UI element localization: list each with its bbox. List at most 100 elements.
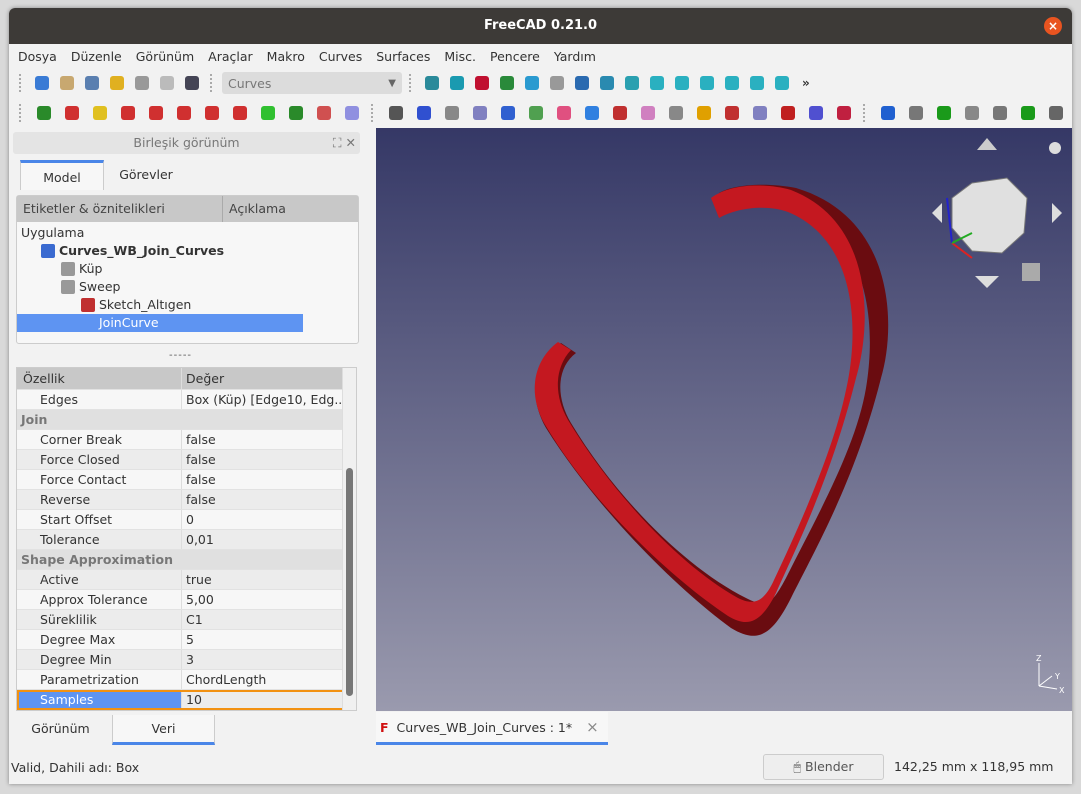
gordon-icon[interactable] bbox=[411, 102, 436, 124]
panel-splitter[interactable]: ----- bbox=[169, 350, 192, 361]
back-icon[interactable] bbox=[521, 72, 543, 94]
property-value[interactable]: 5,00 bbox=[182, 590, 342, 609]
box-icon[interactable] bbox=[903, 102, 928, 124]
menu-dosya[interactable]: Dosya bbox=[11, 49, 64, 64]
pipe-icon[interactable] bbox=[579, 102, 604, 124]
menu-curves[interactable]: Curves bbox=[312, 49, 369, 64]
property-group[interactable]: Join bbox=[17, 410, 356, 430]
navigation-cube[interactable] bbox=[912, 133, 1062, 293]
zebra-icon[interactable] bbox=[383, 102, 408, 124]
draw-style-icon[interactable] bbox=[471, 72, 493, 94]
property-value[interactable]: false bbox=[182, 470, 342, 489]
right-view-icon[interactable] bbox=[696, 72, 718, 94]
property-value[interactable]: false bbox=[182, 430, 342, 449]
property-value[interactable]: false bbox=[182, 490, 342, 509]
fit-selection-icon[interactable] bbox=[446, 72, 468, 94]
property-row[interactable]: Reverse false bbox=[17, 490, 356, 510]
gray-box-icon[interactable] bbox=[987, 102, 1012, 124]
property-value[interactable]: ChordLength bbox=[182, 670, 342, 689]
front-view-icon[interactable] bbox=[646, 72, 668, 94]
polyline-icon[interactable] bbox=[59, 102, 84, 124]
line-icon[interactable] bbox=[31, 102, 56, 124]
zoom-icon[interactable] bbox=[596, 72, 618, 94]
tab-data[interactable]: Veri bbox=[112, 715, 215, 745]
refresh-icon[interactable] bbox=[156, 72, 178, 94]
menu-surfaces[interactable]: Surfaces bbox=[369, 49, 437, 64]
blend-surface-icon[interactable] bbox=[439, 102, 464, 124]
bottom-view-icon[interactable] bbox=[746, 72, 768, 94]
map-icon[interactable] bbox=[467, 102, 492, 124]
bounding-box-icon[interactable] bbox=[496, 72, 518, 94]
property-value[interactable]: Box (Küp) [Edge10, Edg... bbox=[182, 390, 342, 409]
property-row[interactable]: Approx Tolerance 5,00 bbox=[17, 590, 356, 610]
property-value[interactable]: 0,01 bbox=[182, 530, 342, 549]
menu-aralar[interactable]: Araçlar bbox=[201, 49, 260, 64]
join-curve-icon[interactable] bbox=[115, 102, 140, 124]
std-view-icon[interactable] bbox=[571, 72, 593, 94]
blend-curve-icon[interactable] bbox=[255, 102, 280, 124]
document-tab[interactable]: F Curves_WB_Join_Curves : 1* × bbox=[376, 712, 608, 745]
tab-tasks[interactable]: Görevler bbox=[104, 160, 188, 190]
close-window-button[interactable]: × bbox=[1044, 17, 1062, 35]
approximate-icon[interactable] bbox=[171, 102, 196, 124]
property-value[interactable]: 5 bbox=[182, 630, 342, 649]
grid-icon[interactable] bbox=[1015, 102, 1040, 124]
property-value[interactable]: false bbox=[182, 450, 342, 469]
tree-item[interactable]: Sketch_Altıgen bbox=[81, 296, 191, 314]
3d-view[interactable]: Z YX bbox=[376, 128, 1072, 711]
property-row[interactable]: Edges Box (Küp) [Edge10, Edg... bbox=[17, 390, 356, 410]
parabola-icon[interactable] bbox=[283, 102, 308, 124]
property-value[interactable]: C1 bbox=[182, 610, 342, 629]
property-row[interactable]: Parametrization ChordLength bbox=[17, 670, 356, 690]
split-icon[interactable] bbox=[719, 102, 744, 124]
sphere-icon[interactable] bbox=[691, 102, 716, 124]
property-value[interactable]: 10 bbox=[182, 690, 342, 709]
menu-grnm[interactable]: Görünüm bbox=[129, 49, 201, 64]
segment-icon[interactable] bbox=[607, 102, 632, 124]
property-value[interactable]: true bbox=[182, 570, 342, 589]
tree-item[interactable]: Uygulama bbox=[21, 224, 84, 242]
green-box-icon[interactable] bbox=[931, 102, 956, 124]
comb-icon[interactable] bbox=[311, 102, 336, 124]
trim-icon[interactable] bbox=[635, 102, 660, 124]
discretize-icon[interactable] bbox=[143, 102, 168, 124]
isometric-icon[interactable] bbox=[621, 72, 643, 94]
property-row[interactable]: Active true bbox=[17, 570, 356, 590]
property-row[interactable]: Tolerance 0,01 bbox=[17, 530, 356, 550]
tree-item[interactable]: Curves_WB_Join_Curves bbox=[41, 242, 224, 260]
property-row[interactable]: Degree Max 5 bbox=[17, 630, 356, 650]
navigation-style-button[interactable]: 🖱 Blender bbox=[763, 754, 884, 780]
offset-icon[interactable] bbox=[227, 102, 252, 124]
property-group[interactable]: Shape Approximation bbox=[17, 550, 356, 570]
tree-header-labels[interactable]: Etiketler & öznitelikleri bbox=[17, 196, 223, 222]
menu-dzenle[interactable]: Düzenle bbox=[64, 49, 129, 64]
property-row[interactable]: Süreklilik C1 bbox=[17, 610, 356, 630]
close-panel-icon[interactable]: ✕ bbox=[346, 135, 356, 150]
file-icon[interactable] bbox=[959, 102, 984, 124]
ruled-icon[interactable] bbox=[747, 102, 772, 124]
rear-view-icon[interactable] bbox=[721, 72, 743, 94]
property-row[interactable]: Samples 10 bbox=[17, 690, 356, 710]
face-icon[interactable] bbox=[495, 102, 520, 124]
menu-yardm[interactable]: Yardım bbox=[547, 49, 603, 64]
interpolate-icon[interactable] bbox=[199, 102, 224, 124]
stairs-icon[interactable] bbox=[1043, 102, 1068, 124]
top-view-icon[interactable] bbox=[671, 72, 693, 94]
whats-this-icon[interactable] bbox=[181, 72, 203, 94]
tree-item[interactable]: Küp bbox=[61, 260, 102, 278]
menu-makro[interactable]: Makro bbox=[260, 49, 312, 64]
forward-icon[interactable] bbox=[546, 72, 568, 94]
property-row[interactable]: Degree Min 3 bbox=[17, 650, 356, 670]
tree-item[interactable]: Sweep bbox=[61, 278, 120, 296]
toolbar-overflow-button[interactable]: » bbox=[796, 76, 816, 90]
undo-icon[interactable] bbox=[106, 72, 128, 94]
iso-icon[interactable] bbox=[663, 102, 688, 124]
menu-pencere[interactable]: Pencere bbox=[483, 49, 547, 64]
info-icon[interactable] bbox=[875, 102, 900, 124]
reflect-icon[interactable] bbox=[803, 102, 828, 124]
float-icon[interactable]: ⛶ bbox=[333, 135, 342, 150]
tab-view[interactable]: Görünüm bbox=[9, 715, 112, 745]
corner-icon[interactable] bbox=[831, 102, 856, 124]
property-scrollbar[interactable] bbox=[342, 368, 356, 710]
new-document-icon[interactable] bbox=[31, 72, 53, 94]
